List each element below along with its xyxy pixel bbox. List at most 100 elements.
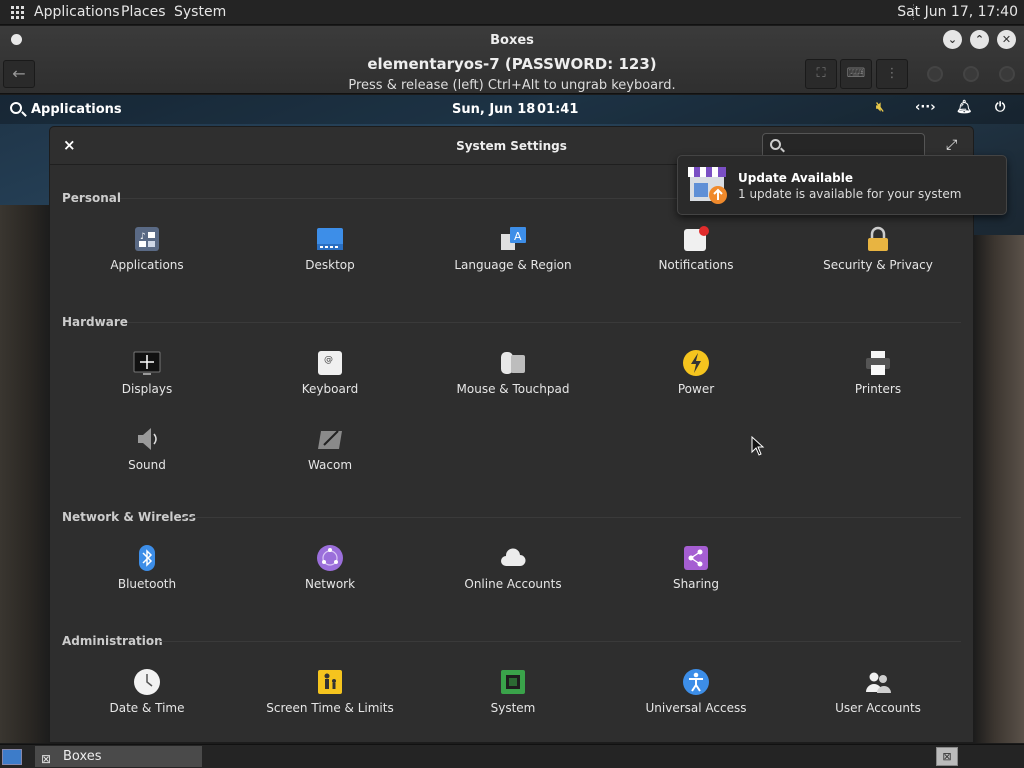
section-title-hardware: Hardware (62, 315, 128, 329)
search-icon[interactable] (10, 102, 22, 114)
settings-item-wacom[interactable]: Wacom (255, 425, 405, 472)
show-desktop-icon[interactable] (2, 749, 22, 765)
mouse-cursor-icon (751, 435, 765, 460)
settings-item-keyboard[interactable]: @ Keyboard (255, 349, 405, 396)
guest-applications-menu[interactable]: Applications (31, 102, 122, 117)
settings-item-date-time[interactable]: Date & Time (72, 668, 222, 715)
settings-item-applications[interactable]: ♪ Applications (72, 225, 222, 272)
app-grid-icon[interactable] (11, 6, 24, 19)
svg-text:@: @ (324, 355, 333, 365)
taskbar-item-boxes[interactable]: ⊠ Boxes (35, 746, 202, 767)
fullscreen-icon: ⛶ (816, 66, 826, 81)
settings-item-online-accounts[interactable]: Online Accounts (438, 544, 588, 591)
section-title-administration: Administration (62, 634, 163, 648)
cloud-icon (499, 544, 527, 572)
settings-item-desktop[interactable]: Desktop (255, 225, 405, 272)
settings-item-displays[interactable]: Displays (72, 349, 222, 396)
boxes-window-title: Boxes (490, 33, 534, 48)
svg-text:A: A (514, 230, 522, 243)
section-title-personal: Personal (62, 191, 121, 205)
speaker-icon (133, 425, 161, 453)
section-title-network: Network & Wireless (62, 510, 196, 524)
mouse-icon (499, 349, 527, 377)
settings-item-language-region[interactable]: A Language & Region (438, 225, 588, 272)
power-icon[interactable]: ⏻ (995, 100, 1005, 115)
host-clock[interactable]: Sat Jun 17, 17:40 (897, 4, 1018, 20)
keyboard-button[interactable]: ⌨ (840, 59, 872, 89)
menu-system[interactable]: System (174, 4, 226, 20)
menu-button[interactable]: ⋮ (876, 59, 908, 89)
notification-body: 1 update is available for your system (738, 187, 962, 201)
settings-item-user-accounts[interactable]: User Accounts (803, 668, 953, 715)
settings-item-label: Universal Access (645, 701, 747, 715)
host-top-panel: Applications Places System Sat Jun 17, 1… (0, 0, 1024, 25)
settings-item-network[interactable]: Network (255, 544, 405, 591)
settings-item-notifications[interactable]: Notifications (621, 225, 771, 272)
settings-item-label: Displays (121, 382, 173, 396)
section-divider (160, 641, 961, 642)
settings-item-label: Power (677, 382, 715, 396)
settings-item-label: User Accounts (835, 701, 921, 715)
keyboard-icon: ⌨ (846, 66, 866, 81)
settings-item-label: Language & Region (454, 258, 572, 272)
settings-item-label: Screen Time & Limits (266, 701, 394, 715)
status-indicator-icon (963, 66, 979, 82)
settings-item-bluetooth[interactable]: Bluetooth (72, 544, 222, 591)
users-icon (864, 668, 892, 696)
settings-item-sharing[interactable]: Sharing (621, 544, 771, 591)
menu-applications[interactable]: Applications (34, 4, 120, 20)
parent-child-icon (316, 668, 344, 696)
settings-item-label: Sound (128, 458, 166, 472)
notification-bell-icon[interactable]: 🔔︎ (956, 100, 973, 115)
lock-icon (864, 225, 892, 253)
settings-item-label: Bluetooth (117, 577, 177, 591)
section-divider (128, 322, 961, 323)
network-wired-icon[interactable]: ‹··› (915, 100, 936, 115)
notifications-icon (682, 225, 710, 253)
host-bottom-panel: ⊠ Boxes ⊠ (0, 744, 1024, 768)
settings-item-label: Sharing (672, 577, 720, 591)
settings-item-system[interactable]: System (438, 668, 588, 715)
settings-item-label: Wacom (307, 458, 353, 472)
guest-top-panel: Applications Sun, Jun 18 01:41 🔇︎ ‹··› 🔔… (0, 95, 1024, 124)
settings-item-label: Printers (854, 382, 902, 396)
menu-places[interactable]: Places (121, 4, 166, 20)
fullscreen-button[interactable]: ⛶ (805, 59, 837, 89)
settings-item-universal-access[interactable]: Universal Access (621, 668, 771, 715)
settings-item-label: Date & Time (109, 701, 185, 715)
settings-item-power[interactable]: Power (621, 349, 771, 396)
settings-item-label: System (490, 701, 536, 715)
displays-icon (133, 349, 161, 377)
settings-item-label: Network (304, 577, 356, 591)
network-globe-icon (316, 544, 344, 572)
workspace-switcher-icon[interactable]: ⊠ (936, 747, 958, 766)
settings-item-label: Desktop (305, 258, 355, 272)
tablet-pen-icon (316, 425, 344, 453)
close-icon[interactable]: ✕ (997, 30, 1016, 49)
settings-item-label: Notifications (658, 258, 734, 272)
clock-icon (133, 668, 161, 696)
guest-time[interactable]: 01:41 (537, 102, 578, 117)
settings-item-printers[interactable]: Printers (803, 349, 953, 396)
settings-item-mouse-touchpad[interactable]: Mouse & Touchpad (438, 349, 588, 396)
status-indicator-icon (999, 66, 1015, 82)
muted-speaker-icon[interactable]: 🔇︎ (876, 100, 884, 115)
minimize-icon[interactable]: ⌄ (943, 30, 962, 49)
maximize-icon[interactable]: ⌃ (970, 30, 989, 49)
settings-item-label: Keyboard (301, 382, 359, 396)
guest-date[interactable]: Sun, Jun 18 (452, 102, 535, 117)
settings-item-security-privacy[interactable]: Security & Privacy (803, 225, 953, 272)
settings-item-screen-time[interactable]: Screen Time & Limits (255, 668, 405, 715)
settings-item-label: Security & Privacy (823, 258, 933, 272)
accessibility-icon (682, 668, 710, 696)
svg-text:♪: ♪ (140, 232, 146, 242)
boxes-app-icon: ⊠ (41, 752, 52, 766)
printer-icon (864, 349, 892, 377)
settings-item-sound[interactable]: Sound (72, 425, 222, 472)
system-settings-window: × System Settings ⤢ Personal ♪ Applicati… (49, 126, 974, 743)
desktop-icon (316, 225, 344, 253)
expand-icon[interactable]: ⤢ (946, 137, 957, 153)
wallpaper-cliff-right (974, 235, 1024, 743)
update-notification[interactable]: Update Available 1 update is available f… (677, 155, 1007, 215)
bluetooth-icon (133, 544, 161, 572)
